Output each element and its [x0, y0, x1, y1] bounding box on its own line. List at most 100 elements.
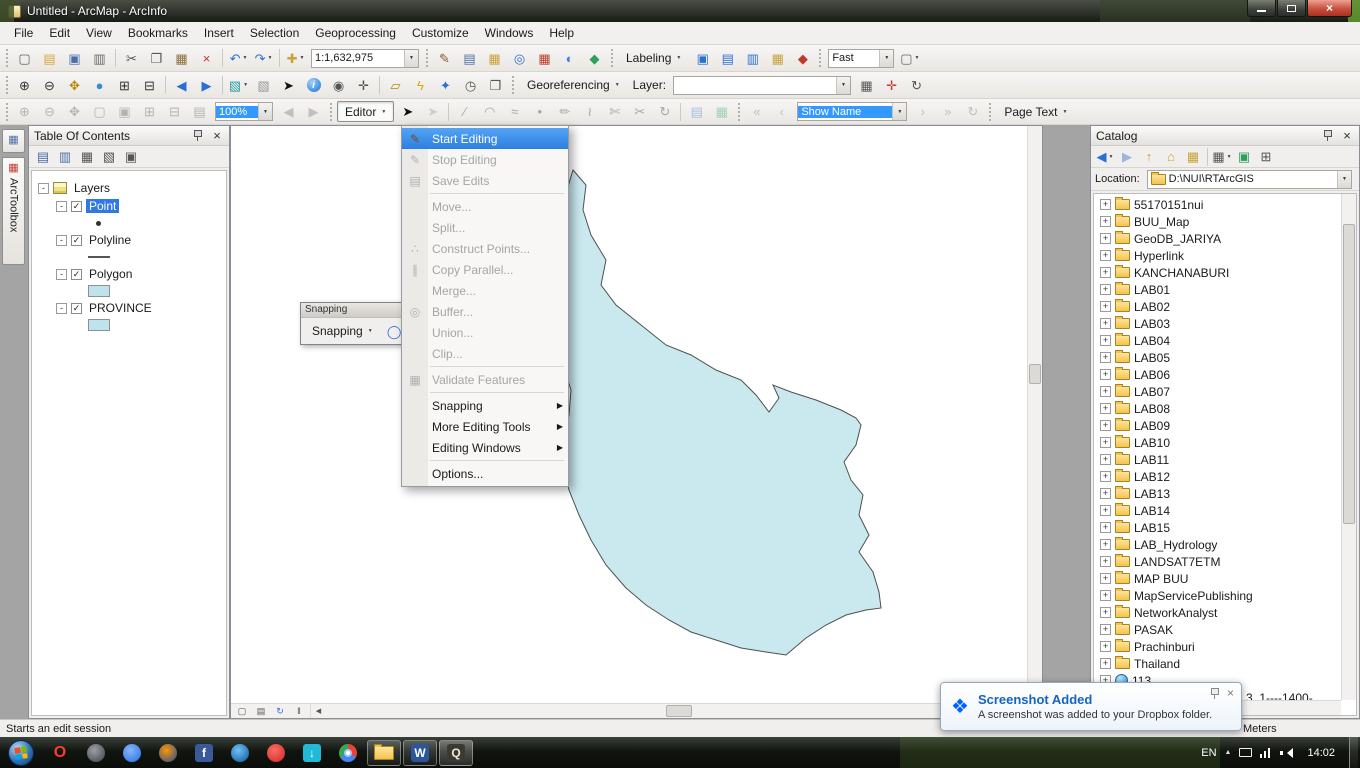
toc-list-by-drawing-order-button[interactable]: ▤: [33, 147, 53, 166]
measure-tool[interactable]: ▱: [384, 75, 407, 96]
straight-segment-tool[interactable]: ∕: [453, 101, 476, 122]
toc-layer-point[interactable]: - ✓ Point: [32, 197, 226, 215]
page-name-combo[interactable]: Show Name ▼: [797, 102, 908, 121]
catalog-toggle-contents-button[interactable]: ⊞: [1256, 147, 1276, 166]
page-text-menu-button[interactable]: Page Text ▼: [996, 101, 1075, 122]
menu-item-more-editing-tools[interactable]: More Editing Tools ▶: [402, 416, 568, 437]
expand-icon[interactable]: +: [1100, 318, 1111, 329]
catalog-tree-item[interactable]: + LAB02: [1094, 298, 1341, 315]
menu-item-start-editing[interactable]: ✎ Start Editing: [402, 128, 568, 149]
catalog-tree-item[interactable]: +55170151nui: [1094, 196, 1341, 213]
zoom-out-layout-tool[interactable]: ⊖: [38, 101, 61, 122]
toolbar-grip[interactable]: [6, 76, 8, 94]
split-tool[interactable]: ✂: [628, 101, 651, 122]
menu-file[interactable]: File: [6, 23, 41, 43]
expand-icon[interactable]: +: [1100, 556, 1111, 567]
expand-icon[interactable]: +: [1100, 284, 1111, 295]
catalog-views-button[interactable]: ▦ ▼: [1212, 147, 1232, 166]
province-polygon[interactable]: [553, 168, 882, 656]
arctoolbox-window-button[interactable]: ▦: [533, 48, 556, 69]
catalog-tree-item[interactable]: + LAB12: [1094, 468, 1341, 485]
explorer-icon[interactable]: [367, 739, 401, 766]
keyboard-tray-icon[interactable]: [1239, 748, 1253, 757]
expand-icon[interactable]: +: [1100, 505, 1111, 516]
maximize-button[interactable]: [1277, 0, 1306, 17]
menu-view[interactable]: View: [78, 23, 120, 43]
visibility-checkbox[interactable]: ✓: [71, 302, 82, 314]
toolbar-grip[interactable]: [6, 49, 8, 67]
attributes-button[interactable]: ▤: [685, 101, 708, 122]
catalog-tree-item[interactable]: + Prachinburi: [1094, 638, 1341, 655]
georeferencing-rotate-button[interactable]: ↻: [905, 75, 928, 96]
toc-list-by-visibility-button[interactable]: ▦: [77, 147, 97, 166]
go-to-xy-button[interactable]: ✛: [352, 75, 375, 96]
new-map-button[interactable]: ▢: [13, 48, 36, 69]
pin-icon[interactable]: [1209, 687, 1219, 699]
collapse-icon[interactable]: -: [56, 200, 67, 212]
visibility-checkbox[interactable]: ✓: [71, 200, 82, 212]
catalog-home-button[interactable]: ⌂: [1161, 147, 1181, 166]
volume-tray-icon[interactable]: [1280, 747, 1294, 758]
start-button[interactable]: [8, 739, 34, 766]
arctoolbox-side-tab[interactable]: ▦ ArcToolbox: [2, 157, 25, 265]
idm-icon[interactable]: ↓: [295, 740, 329, 766]
table-of-contents-window-button[interactable]: ▤: [458, 48, 481, 69]
georeferencing-layer-combo[interactable]: ▼: [673, 75, 852, 95]
layer-label[interactable]: Polygon: [86, 267, 135, 281]
expand-icon[interactable]: +: [1100, 488, 1111, 499]
connect-to-folder-button[interactable]: ▦: [1183, 147, 1203, 166]
layer-label[interactable]: PROVINCE: [86, 301, 155, 315]
scrollbar-thumb[interactable]: [1029, 364, 1041, 384]
catalog-tree-item[interactable]: + LAB06: [1094, 366, 1341, 383]
dropdown-arrow-icon[interactable]: ▼: [879, 49, 894, 67]
toc-list-by-source-button[interactable]: ▥: [55, 147, 75, 166]
trace-tool[interactable]: ≈: [503, 101, 526, 122]
layer-label[interactable]: Polyline: [86, 233, 134, 247]
pin-icon[interactable]: [192, 130, 202, 141]
catalog-tree-item[interactable]: + LAB11: [1094, 451, 1341, 468]
menu-item-editing-windows[interactable]: Editing Windows ▶: [402, 437, 568, 458]
menu-item-snapping[interactable]: Snapping ▶: [402, 395, 568, 416]
catalog-tree-item[interactable]: + LAB03: [1094, 315, 1341, 332]
toc-side-tab[interactable]: ▦: [2, 129, 25, 153]
menu-item-options[interactable]: Options...: [402, 463, 568, 484]
print-button[interactable]: ▥: [88, 48, 111, 69]
fixed-zoom-in-layout-button[interactable]: ⊞: [138, 101, 161, 122]
sketch-properties-button[interactable]: ▦: [710, 101, 733, 122]
catalog-tree-item[interactable]: + MAP BUU: [1094, 570, 1341, 587]
snapping-menu-button[interactable]: Snapping ▼: [304, 321, 381, 342]
zoom-percent-combo[interactable]: 100% ▼: [215, 102, 273, 121]
cut-button[interactable]: ✂: [120, 48, 143, 69]
undo-button[interactable]: ↶ ▼: [227, 48, 250, 69]
catalog-tree-item[interactable]: + LAB07: [1094, 383, 1341, 400]
go-back-extent-button[interactable]: ◀: [170, 75, 193, 96]
close-icon[interactable]: ×: [1227, 687, 1234, 699]
line-symbol[interactable]: [88, 256, 110, 258]
identify-tool[interactable]: i: [302, 75, 325, 96]
catalog-tree-item[interactable]: + MapServicePublishing: [1094, 587, 1341, 604]
save-button[interactable]: ▣: [63, 48, 86, 69]
catalog-forward-button[interactable]: ▶: [1117, 147, 1137, 166]
catalog-tree-item[interactable]: + PASAK: [1094, 621, 1341, 638]
zoom-page-width-button[interactable]: ▤: [188, 101, 211, 122]
dropdown-arrow-icon[interactable]: ▼: [836, 76, 851, 94]
toc-root-layers[interactable]: - Layers: [32, 179, 226, 197]
dark-app-icon[interactable]: [79, 740, 113, 766]
clear-selection-button[interactable]: ▧: [252, 75, 275, 96]
tray-expand-icon[interactable]: ▲: [1225, 749, 1232, 756]
dropbox-notification[interactable]: ❖ Screenshot Added A screenshot was adde…: [940, 682, 1242, 731]
toolbar-grip[interactable]: [738, 102, 741, 121]
catalog-tree-item[interactable]: + LAB05: [1094, 349, 1341, 366]
firefox-icon[interactable]: [151, 740, 185, 766]
pause-labeling-button[interactable]: ◆: [791, 48, 814, 69]
toolbar-grip[interactable]: [989, 102, 992, 121]
catalog-tree-item[interactable]: + LAB08: [1094, 400, 1341, 417]
expand-icon[interactable]: +: [1100, 539, 1111, 550]
refresh-view-button[interactable]: ↻: [272, 705, 288, 718]
toc-layer-polygon[interactable]: - ✓ Polygon: [32, 265, 226, 283]
time-slider-button[interactable]: ◷: [459, 75, 482, 96]
catalog-vertical-scrollbar[interactable]: [1341, 194, 1356, 700]
expand-icon[interactable]: +: [1100, 386, 1111, 397]
map-view[interactable]: ▢ ▤ ↻ ‖ ◀ ▶: [230, 125, 1043, 719]
map-scale-combo[interactable]: 1:1,632,975 ▼: [311, 48, 419, 68]
